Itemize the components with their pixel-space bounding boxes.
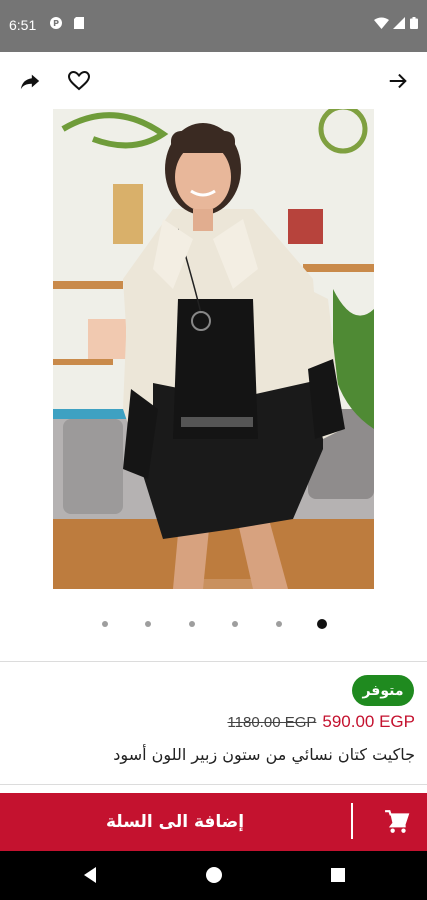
status-bar: 6:51 P xyxy=(0,0,427,52)
pager-dot[interactable] xyxy=(145,621,151,627)
arrow-right-icon xyxy=(389,73,407,89)
share-arrow-icon xyxy=(20,74,40,90)
divider xyxy=(0,784,427,785)
add-to-cart-bar: إضافة الى السلة xyxy=(0,793,427,851)
product-toolbar xyxy=(0,52,427,110)
shopping-cart-icon[interactable] xyxy=(384,809,410,835)
battery-icon xyxy=(410,17,418,29)
favorite-button[interactable] xyxy=(64,66,94,96)
product-title: جاكيت كتان نسائي من ستون زبير اللون أسود xyxy=(113,745,415,764)
sd-card-icon xyxy=(74,17,84,29)
pager-dot[interactable] xyxy=(102,621,108,627)
image-pager-dots xyxy=(0,617,427,633)
heart-outline-icon xyxy=(67,70,91,91)
divider xyxy=(0,661,427,662)
wifi-icon xyxy=(374,17,389,29)
pager-dot[interactable] xyxy=(232,621,238,627)
share-button[interactable] xyxy=(15,66,45,96)
svg-text:P: P xyxy=(53,19,59,28)
pager-dot[interactable] xyxy=(276,621,282,627)
price-row: 1180.00 EGP 590.00 EGP xyxy=(227,712,415,732)
p-circle-icon: P xyxy=(50,17,62,29)
back-button[interactable] xyxy=(383,66,413,96)
availability-badge: متوفر xyxy=(352,675,414,706)
pager-dot-active[interactable] xyxy=(317,619,327,629)
old-price: 1180.00 EGP xyxy=(227,713,317,731)
nav-home-icon[interactable] xyxy=(204,865,224,885)
signal-icon xyxy=(393,17,405,29)
nav-recents-icon[interactable] xyxy=(328,865,348,885)
pager-dot[interactable] xyxy=(189,621,195,627)
product-photo xyxy=(53,109,374,589)
separator xyxy=(351,803,353,839)
status-time: 6:51 xyxy=(9,17,37,33)
product-image[interactable] xyxy=(53,109,374,589)
current-price: 590.00 EGP xyxy=(322,712,415,731)
add-to-cart-button[interactable]: إضافة الى السلة xyxy=(0,793,350,851)
system-nav-bar xyxy=(0,851,427,900)
nav-back-icon[interactable] xyxy=(80,865,100,885)
